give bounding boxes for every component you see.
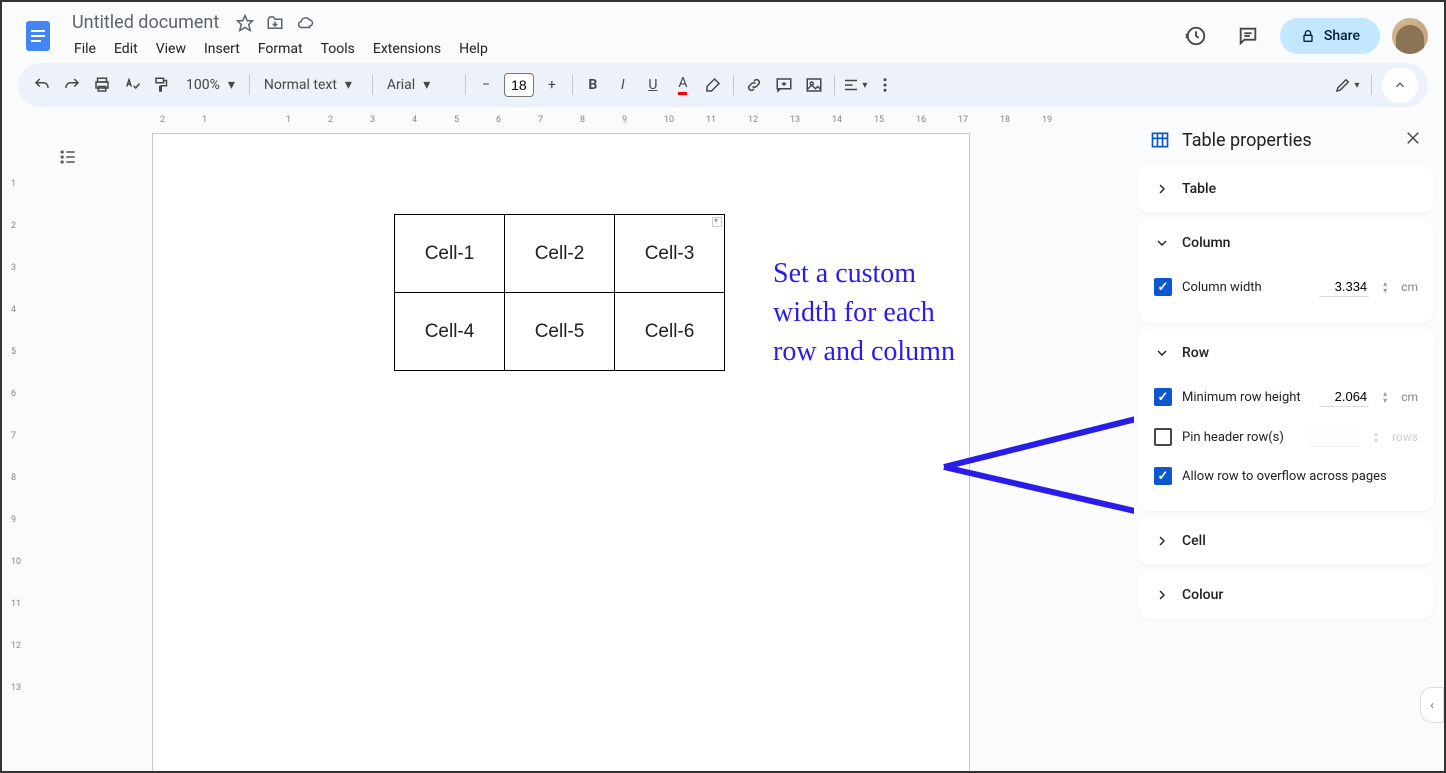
sidebar-table-properties: Table properties Table Column Column w [1134,107,1444,771]
menu-bar: File Edit View Insert Format Tools Exten… [66,37,1176,61]
share-button[interactable]: Share [1280,18,1380,54]
min-row-height-label: Minimum row height [1182,390,1309,405]
lock-icon [1300,28,1316,44]
pin-header-input[interactable] [1310,427,1360,447]
align-button[interactable]: ▾ [841,71,869,99]
section-cell[interactable]: Cell [1138,517,1434,565]
vertical-ruler[interactable]: 12345678910111213 [8,127,24,771]
annotation-text: Set a custom width for each row and colu… [773,254,955,372]
paragraph-style-select[interactable]: Normal text▾ [256,73,366,97]
pin-header-checkbox[interactable] [1154,428,1172,446]
table-cell[interactable]: Cell-2 [505,215,615,293]
text-color-button[interactable]: A [669,71,697,99]
font-select[interactable]: Arial▾ [379,73,459,97]
chevron-right-icon [1154,533,1170,549]
font-size-increase[interactable]: + [538,71,566,99]
menu-help[interactable]: Help [451,37,496,61]
insert-image-button[interactable] [800,71,828,99]
comments-icon[interactable] [1228,16,1268,56]
star-icon[interactable] [235,13,255,33]
menu-insert[interactable]: Insert [196,37,248,61]
table-row[interactable]: Cell-1 Cell-2 Cell-3 [395,215,725,293]
overflow-label: Allow row to overflow across pages [1182,469,1418,484]
chevron-down-icon: ▾ [423,77,430,93]
menu-tools[interactable]: Tools [313,37,363,61]
table-icon [1150,130,1170,150]
sidebar-title: Table properties [1182,130,1392,151]
stepper-icon[interactable]: ▴▾ [1374,430,1378,444]
section-column[interactable]: Column [1138,219,1434,267]
chevron-down-icon: ▾ [345,77,352,93]
chevron-right-icon [1154,587,1170,603]
insert-link-button[interactable] [740,71,768,99]
highlight-button[interactable] [699,71,727,99]
underline-button[interactable]: U [639,71,667,99]
document-title[interactable]: Untitled document [66,10,225,35]
insert-comment-button[interactable] [770,71,798,99]
italic-button[interactable]: I [609,71,637,99]
undo-button[interactable] [28,71,56,99]
section-colour[interactable]: Colour [1138,571,1434,619]
section-table[interactable]: Table [1138,165,1434,213]
spellcheck-button[interactable] [118,71,146,99]
unit-label: cm [1401,280,1418,294]
side-panel-expand-button[interactable]: ‹ [1420,687,1444,723]
table-cell[interactable]: Cell-4 [395,293,505,371]
outline-toggle-button[interactable] [54,143,82,171]
column-width-checkbox[interactable] [1154,278,1172,296]
menu-view[interactable]: View [148,37,194,61]
paint-format-button[interactable] [148,71,176,99]
menu-format[interactable]: Format [250,37,311,61]
chevron-down-icon [1154,345,1170,361]
share-label: Share [1324,28,1360,44]
history-icon[interactable] [1176,16,1216,56]
section-row[interactable]: Row [1138,329,1434,377]
user-avatar[interactable] [1392,18,1428,54]
toolbar: 100%▾ Normal text▾ Arial▾ − + B I U A ▾ [18,63,1428,107]
redo-button[interactable] [58,71,86,99]
unit-label: cm [1401,390,1418,404]
print-button[interactable] [88,71,116,99]
table-handle-icon[interactable] [712,217,722,227]
font-size-input[interactable] [504,73,534,97]
overflow-checkbox[interactable] [1154,467,1172,485]
more-button[interactable] [871,71,899,99]
document-table[interactable]: Cell-1 Cell-2 Cell-3 Cell-4 Cell-5 Cell-… [394,214,725,371]
chevron-down-icon [1154,235,1170,251]
min-row-height-checkbox[interactable] [1154,388,1172,406]
chevron-down-icon: ▾ [228,77,235,93]
unit-label: rows [1392,430,1418,444]
font-size-decrease[interactable]: − [472,71,500,99]
horizontal-ruler[interactable]: 2112345678910111213141516171819 [40,111,1126,127]
table-cell[interactable]: Cell-1 [395,215,505,293]
menu-file[interactable]: File [66,37,104,61]
app-header: Untitled document File Edit View Insert … [2,2,1444,61]
menu-edit[interactable]: Edit [106,37,146,61]
table-cell[interactable]: Cell-5 [505,293,615,371]
menu-extensions[interactable]: Extensions [365,37,449,61]
stepper-icon[interactable]: ▴▾ [1383,390,1387,404]
column-width-label: Column width [1182,280,1309,295]
chevron-right-icon [1154,181,1170,197]
move-icon[interactable] [265,13,285,33]
min-row-height-input[interactable] [1319,387,1369,407]
pin-header-label: Pin header row(s) [1182,430,1300,445]
collapse-toolbar-button[interactable] [1382,67,1418,103]
cloud-status-icon[interactable] [295,13,315,33]
table-row[interactable]: Cell-4 Cell-5 Cell-6 [395,293,725,371]
editing-mode-button[interactable]: ▾ [1333,71,1361,99]
column-width-input[interactable] [1319,277,1369,297]
zoom-select[interactable]: 100%▾ [178,73,243,97]
stepper-icon[interactable]: ▴▾ [1383,280,1387,294]
document-page[interactable]: Cell-1 Cell-2 Cell-3 Cell-4 Cell-5 Cell-… [152,133,970,771]
table-cell[interactable]: Cell-6 [615,293,725,371]
close-icon[interactable] [1404,129,1422,151]
docs-logo[interactable] [18,16,58,56]
bold-button[interactable]: B [579,71,607,99]
table-cell[interactable]: Cell-3 [615,215,725,293]
